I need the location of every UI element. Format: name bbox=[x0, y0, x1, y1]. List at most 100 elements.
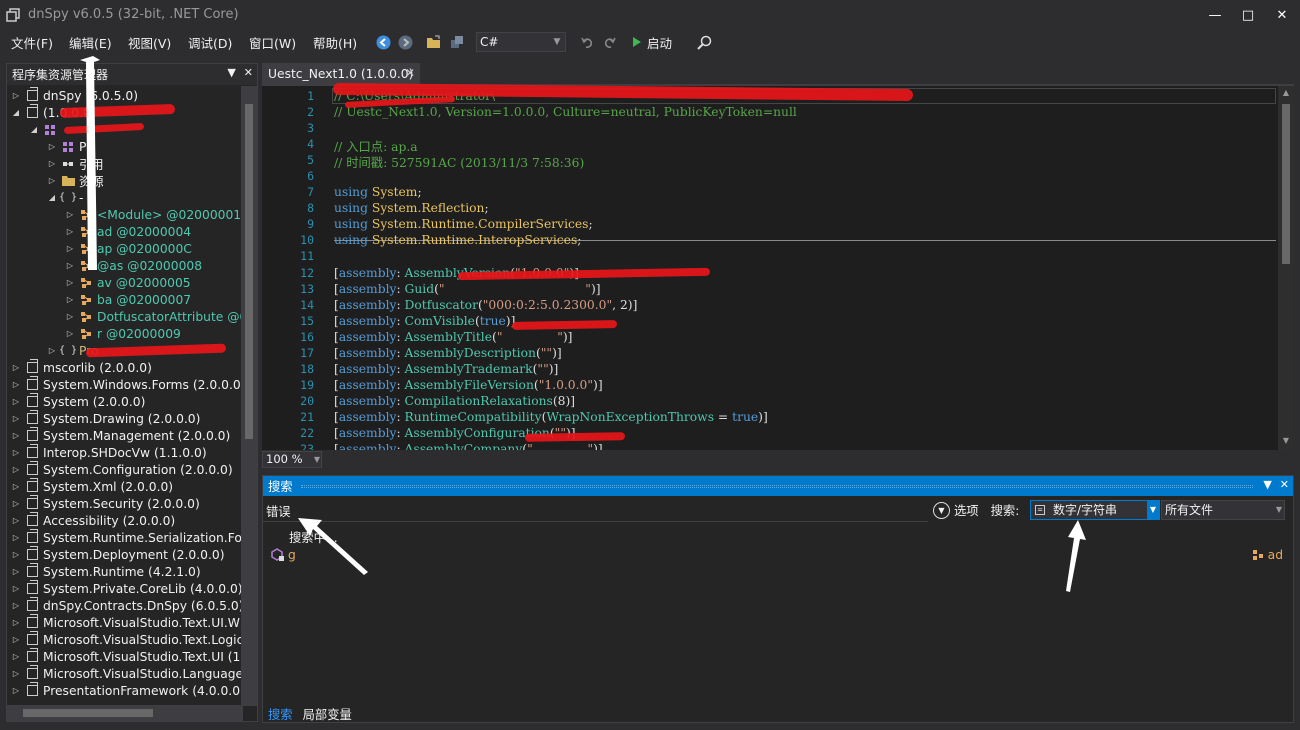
expander-icon[interactable]: ▷ bbox=[11, 499, 21, 508]
expander-icon[interactable]: ▷ bbox=[11, 397, 21, 406]
expander-icon[interactable]: ▷ bbox=[11, 91, 21, 100]
panel-close-icon[interactable]: ✕ bbox=[1280, 478, 1289, 491]
tree-item[interactable]: ▷ Microsoft.VisualStudio.Text.UI (15 bbox=[11, 648, 243, 665]
expander-icon[interactable]: ▷ bbox=[11, 380, 21, 389]
tree-item[interactable]: ▷ <Module> @02000001 bbox=[65, 206, 241, 223]
tree-vertical-scrollbar[interactable] bbox=[241, 86, 257, 706]
expander-icon[interactable]: ▷ bbox=[11, 533, 21, 542]
menu-debug[interactable]: 调试(D) bbox=[188, 33, 232, 52]
expander-icon[interactable]: ▷ bbox=[11, 482, 21, 491]
expander-icon[interactable]: ▷ bbox=[47, 142, 57, 151]
expander-icon[interactable]: ▷ bbox=[11, 652, 21, 661]
expander-icon[interactable]: ▷ bbox=[65, 329, 75, 338]
tree-item[interactable]: ▷ 引用 bbox=[47, 155, 104, 172]
expander-icon[interactable]: ▷ bbox=[11, 550, 21, 559]
tree-item[interactable]: ▷ System (2.0.0.0) bbox=[11, 393, 145, 410]
result-row[interactable]: g bbox=[271, 548, 296, 562]
expander-icon[interactable]: ▷ bbox=[47, 159, 57, 168]
code-line[interactable]: using System.Reflection; bbox=[334, 201, 489, 215]
tree-item[interactable]: ▷ 资源 bbox=[47, 172, 104, 189]
tree-item[interactable]: ▷ Interop.SHDocVw (1.1.0.0) bbox=[11, 444, 207, 461]
expander-icon[interactable]: ▷ bbox=[11, 567, 21, 576]
expander-icon[interactable]: ▷ bbox=[11, 584, 21, 593]
code-line[interactable]: [assembly: RuntimeCompatibility(WrapNonE… bbox=[334, 410, 768, 424]
code-line[interactable]: [assembly: AssemblyCompany(" ")] bbox=[334, 442, 603, 450]
editor-horizontal-scrollbar[interactable] bbox=[322, 451, 1294, 468]
menu-view[interactable]: 视图(V) bbox=[128, 33, 171, 52]
expander-icon[interactable]: ▷ bbox=[11, 465, 21, 474]
expander-icon[interactable]: ▷ bbox=[65, 261, 75, 270]
code-line[interactable]: [assembly: Guid(" ")] bbox=[334, 282, 601, 296]
editor-vertical-scrollbar[interactable]: ▲ ▼ bbox=[1278, 86, 1294, 450]
expander-icon[interactable]: ▷ bbox=[11, 363, 21, 372]
expander-icon[interactable]: ▷ bbox=[11, 448, 21, 457]
code-editor[interactable]: 1 2 3 4 5 6 7 8 9 10 11 12 13 14 15 16 17 18 19 20 21 22 23 //… bbox=[262, 86, 1294, 450]
tree-item[interactable]: ▷ @as @02000008 bbox=[65, 257, 202, 274]
expander-icon[interactable]: ▷ bbox=[47, 176, 57, 185]
expander-icon[interactable]: ◢ bbox=[29, 125, 39, 134]
code-line[interactable]: [assembly: Dotfuscator("000:0:2:5.0.2300… bbox=[334, 298, 637, 312]
expander-icon[interactable]: ▷ bbox=[11, 635, 21, 644]
back-icon[interactable] bbox=[373, 32, 393, 52]
open-folder-icon[interactable] bbox=[424, 32, 444, 52]
scroll-thumb[interactable] bbox=[23, 709, 153, 717]
expander-icon[interactable]: ▷ bbox=[11, 516, 21, 525]
result-location[interactable]: ad bbox=[1251, 548, 1283, 562]
expander-icon[interactable]: ▷ bbox=[11, 686, 21, 695]
expander-icon[interactable]: ▷ bbox=[11, 431, 21, 440]
expander-icon[interactable]: ▷ bbox=[65, 278, 75, 287]
code-line[interactable]: [assembly: AssemblyFileVersion("1.0.0.0"… bbox=[334, 378, 603, 392]
search-options[interactable]: ▼ 选项 搜索: bbox=[933, 499, 1019, 521]
language-select[interactable]: C# ▼ bbox=[476, 32, 566, 52]
tree-item[interactable]: ◢{ } - bbox=[47, 189, 84, 206]
forward-icon[interactable] bbox=[395, 32, 415, 52]
undo-icon[interactable] bbox=[578, 32, 598, 52]
tree-item[interactable]: ▷ PresentationFramework (4.0.0.0) bbox=[11, 682, 243, 699]
close-tab-icon[interactable]: ✕ bbox=[405, 66, 415, 80]
tree-item[interactable]: ▷ PE bbox=[47, 138, 94, 155]
scroll-down-icon[interactable]: ▼ bbox=[1278, 436, 1294, 445]
code-line[interactable]: using System.Runtime.CompilerServices; bbox=[334, 217, 593, 231]
menu-file[interactable]: 文件(F) bbox=[11, 33, 53, 52]
tree-item[interactable]: ▷ ap @0200000C bbox=[65, 240, 192, 257]
expander-icon[interactable]: ▷ bbox=[65, 244, 75, 253]
expander-icon[interactable]: ▷ bbox=[47, 346, 57, 355]
search-results[interactable]: 搜索中... g ad bbox=[263, 522, 1293, 702]
panel-menu-icon[interactable]: ▼ bbox=[1263, 478, 1271, 491]
tree-item[interactable]: ▷ System.Security (2.0.0.0) bbox=[11, 495, 200, 512]
tree-item[interactable]: ▷ r @02000009 bbox=[65, 325, 181, 342]
tree-horizontal-scrollbar[interactable] bbox=[7, 705, 243, 721]
scroll-thumb[interactable] bbox=[1282, 104, 1290, 264]
code-line[interactable]: [assembly: CompilationRelaxations(8)] bbox=[334, 394, 575, 408]
menu-edit[interactable]: 编辑(E) bbox=[69, 33, 112, 52]
tree-item[interactable]: ▷ Microsoft.VisualStudio.Text.Logic bbox=[11, 631, 243, 648]
expander-icon[interactable]: ◢ bbox=[47, 193, 57, 202]
tree-item[interactable]: ▷ dnSpy.Contracts.DnSpy (6.0.5.0) bbox=[11, 597, 243, 614]
start-button[interactable]: 启动 bbox=[632, 33, 672, 51]
search-input[interactable]: 错误 bbox=[263, 498, 928, 522]
expander-icon[interactable]: ▷ bbox=[65, 295, 75, 304]
tree-item[interactable]: ▷ dnSpy (6.0.5.0) bbox=[11, 87, 138, 104]
panel-close-icon[interactable]: ✕ bbox=[244, 66, 253, 79]
expander-icon[interactable]: ▷ bbox=[11, 618, 21, 627]
scroll-thumb[interactable] bbox=[245, 104, 253, 439]
code-line[interactable]: [assembly: AssemblyDescription("")] bbox=[334, 346, 562, 360]
tree-item[interactable]: ▷ mscorlib (2.0.0.0) bbox=[11, 359, 152, 376]
expander-icon[interactable]: ▷ bbox=[65, 210, 75, 219]
tree-item[interactable]: ▷ System.Windows.Forms (2.0.0.0) bbox=[11, 376, 243, 393]
code-line[interactable]: using System; bbox=[334, 185, 422, 199]
code-line[interactable]: [assembly: AssemblyTrademark("")] bbox=[334, 362, 558, 376]
close-window-button[interactable]: ✕ bbox=[1267, 4, 1297, 26]
expander-icon[interactable]: ▷ bbox=[11, 601, 21, 610]
tree-item[interactable]: ▷ System.Configuration (2.0.0.0) bbox=[11, 461, 233, 478]
tab-document[interactable]: Uestc_Next1.0 (1.0.0.0) ✕ bbox=[262, 63, 420, 85]
tree-item[interactable]: ◢ bbox=[29, 121, 61, 138]
expander-icon[interactable]: ◢ bbox=[11, 108, 21, 117]
tree-item[interactable]: ▷ System.Management (2.0.0.0) bbox=[11, 427, 230, 444]
tree-item[interactable]: ▷ System.Deployment (2.0.0.0) bbox=[11, 546, 225, 563]
tree-item[interactable]: ▷ ba @02000007 bbox=[65, 291, 191, 308]
search-type-select[interactable]: = 数字/字符串 ▼ bbox=[1030, 500, 1160, 520]
menu-help[interactable]: 帮助(H) bbox=[313, 33, 357, 52]
redo-icon[interactable] bbox=[599, 32, 619, 52]
assembly-tree[interactable]: ▷dnSpy (6.0.5.0)◢(1.0.0.0)◢▷PE▷引用▷资源◢{ }… bbox=[7, 86, 243, 706]
